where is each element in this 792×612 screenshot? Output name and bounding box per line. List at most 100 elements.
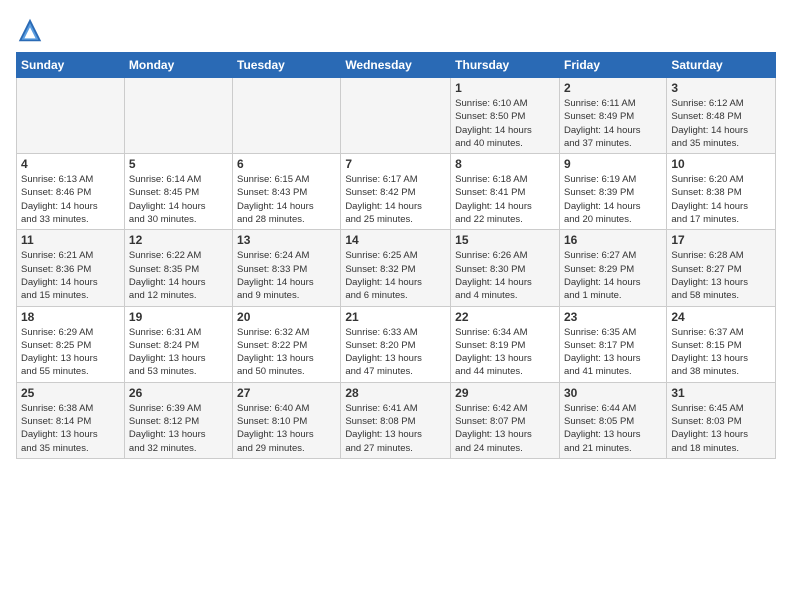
day-number: 23 — [564, 310, 662, 324]
day-number: 29 — [455, 386, 555, 400]
day-info: Sunrise: 6:29 AM Sunset: 8:25 PM Dayligh… — [21, 326, 120, 379]
calendar-cell: 29 Sunrise: 6:42 AM Sunset: 8:07 PM Dayli… — [451, 382, 560, 458]
day-info: Sunrise: 6:10 AM Sunset: 8:50 PM Dayligh… — [455, 97, 555, 150]
weekday-header-row: SundayMondayTuesdayWednesdayThursdayFrid… — [17, 53, 776, 78]
weekday-header-friday: Friday — [559, 53, 666, 78]
calendar-cell: 26Sunrise: 6:39 AM Sunset: 8:12 PM Dayli… — [124, 382, 232, 458]
header — [16, 16, 776, 44]
calendar-cell — [17, 78, 125, 154]
day-info: Sunrise: 6:24 AM Sunset: 8:33 PM Dayligh… — [237, 249, 336, 302]
day-number: 31 — [671, 386, 771, 400]
calendar-cell: 22Sunrise: 6:34 AM Sunset: 8:19 PM Dayli… — [451, 306, 560, 382]
calendar-cell: 27Sunrise: 6:40 AM Sunset: 8:10 PM Dayli… — [233, 382, 341, 458]
day-info: Sunrise: 6:40 AM Sunset: 8:10 PM Dayligh… — [237, 402, 336, 455]
day-number: 24 — [671, 310, 771, 324]
day-info: Sunrise: 6:11 AM Sunset: 8:49 PM Dayligh… — [564, 97, 662, 150]
day-info: Sunrise: 6:34 AM Sunset: 8:19 PM Dayligh… — [455, 326, 555, 379]
day-number: 14 — [345, 233, 446, 247]
day-info: Sunrise: 6:18 AM Sunset: 8:41 PM Dayligh… — [455, 173, 555, 226]
day-info: Sunrise: 6:41 AM Sunset: 8:08 PM Dayligh… — [345, 402, 446, 455]
day-info: Sunrise: 6:27 AM Sunset: 8:29 PM Dayligh… — [564, 249, 662, 302]
calendar-cell — [233, 78, 341, 154]
day-info: Sunrise: 6:44 AM Sunset: 8:05 PM Dayligh… — [564, 402, 662, 455]
day-info: Sunrise: 6:33 AM Sunset: 8:20 PM Dayligh… — [345, 326, 446, 379]
page: SundayMondayTuesdayWednesdayThursdayFrid… — [0, 0, 792, 467]
day-info: Sunrise: 6:38 AM Sunset: 8:14 PM Dayligh… — [21, 402, 120, 455]
calendar-cell: 18 Sunrise: 6:29 AM Sunset: 8:25 PM Dayli… — [17, 306, 125, 382]
day-number: 30 — [564, 386, 662, 400]
logo-icon — [16, 16, 44, 44]
day-info: Sunrise: 6:31 AM Sunset: 8:24 PM Dayligh… — [129, 326, 228, 379]
day-number: 8 — [455, 157, 555, 171]
week-row-1: 1 Sunrise: 6:10 AM Sunset: 8:50 PM Daylig… — [17, 78, 776, 154]
calendar-cell: 2 Sunrise: 6:11 AM Sunset: 8:49 PM Daylig… — [559, 78, 666, 154]
week-row-4: 18 Sunrise: 6:29 AM Sunset: 8:25 PM Dayli… — [17, 306, 776, 382]
day-number: 17 — [671, 233, 771, 247]
day-info: Sunrise: 6:28 AM Sunset: 8:27 PM Dayligh… — [671, 249, 771, 302]
week-row-5: 25 Sunrise: 6:38 AM Sunset: 8:14 PM Dayli… — [17, 382, 776, 458]
calendar-cell — [341, 78, 451, 154]
calendar-cell: 13 Sunrise: 6:24 AM Sunset: 8:33 PM Dayli… — [233, 230, 341, 306]
day-info: Sunrise: 6:15 AM Sunset: 8:43 PM Dayligh… — [237, 173, 336, 226]
calendar-cell: 4 Sunrise: 6:13 AM Sunset: 8:46 PM Daylig… — [17, 154, 125, 230]
calendar-cell: 9 Sunrise: 6:19 AM Sunset: 8:39 PM Daylig… — [559, 154, 666, 230]
day-number: 5 — [129, 157, 228, 171]
calendar-cell: 30 Sunrise: 6:44 AM Sunset: 8:05 PM Dayli… — [559, 382, 666, 458]
calendar-cell: 14Sunrise: 6:25 AM Sunset: 8:32 PM Dayli… — [341, 230, 451, 306]
week-row-2: 4 Sunrise: 6:13 AM Sunset: 8:46 PM Daylig… — [17, 154, 776, 230]
weekday-header-tuesday: Tuesday — [233, 53, 341, 78]
day-number: 13 — [237, 233, 336, 247]
day-number: 16 — [564, 233, 662, 247]
day-number: 9 — [564, 157, 662, 171]
calendar-cell: 24 Sunrise: 6:37 AM Sunset: 8:15 PM Dayli… — [667, 306, 776, 382]
calendar-cell: 12 Sunrise: 6:22 AM Sunset: 8:35 PM Dayli… — [124, 230, 232, 306]
day-number: 26 — [129, 386, 228, 400]
weekday-header-sunday: Sunday — [17, 53, 125, 78]
day-number: 7 — [345, 157, 446, 171]
day-info: Sunrise: 6:12 AM Sunset: 8:48 PM Dayligh… — [671, 97, 771, 150]
day-number: 1 — [455, 81, 555, 95]
calendar-cell: 8 Sunrise: 6:18 AM Sunset: 8:41 PM Daylig… — [451, 154, 560, 230]
calendar-cell: 11 Sunrise: 6:21 AM Sunset: 8:36 PM Dayli… — [17, 230, 125, 306]
day-info: Sunrise: 6:20 AM Sunset: 8:38 PM Dayligh… — [671, 173, 771, 226]
day-number: 2 — [564, 81, 662, 95]
calendar-table: SundayMondayTuesdayWednesdayThursdayFrid… — [16, 52, 776, 459]
calendar-cell: 5 Sunrise: 6:14 AM Sunset: 8:45 PM Daylig… — [124, 154, 232, 230]
day-info: Sunrise: 6:17 AM Sunset: 8:42 PM Dayligh… — [345, 173, 446, 226]
calendar-cell — [124, 78, 232, 154]
weekday-header-monday: Monday — [124, 53, 232, 78]
day-info: Sunrise: 6:37 AM Sunset: 8:15 PM Dayligh… — [671, 326, 771, 379]
day-number: 25 — [21, 386, 120, 400]
day-number: 10 — [671, 157, 771, 171]
day-info: Sunrise: 6:45 AM Sunset: 8:03 PM Dayligh… — [671, 402, 771, 455]
day-info: Sunrise: 6:26 AM Sunset: 8:30 PM Dayligh… — [455, 249, 555, 302]
calendar-cell: 20Sunrise: 6:32 AM Sunset: 8:22 PM Dayli… — [233, 306, 341, 382]
day-number: 4 — [21, 157, 120, 171]
calendar-cell: 10 Sunrise: 6:20 AM Sunset: 8:38 PM Dayli… — [667, 154, 776, 230]
calendar-cell: 17 Sunrise: 6:28 AM Sunset: 8:27 PM Dayli… — [667, 230, 776, 306]
logo — [16, 16, 48, 44]
calendar-cell: 6Sunrise: 6:15 AM Sunset: 8:43 PM Daylig… — [233, 154, 341, 230]
weekday-header-thursday: Thursday — [451, 53, 560, 78]
day-info: Sunrise: 6:21 AM Sunset: 8:36 PM Dayligh… — [21, 249, 120, 302]
day-info: Sunrise: 6:14 AM Sunset: 8:45 PM Dayligh… — [129, 173, 228, 226]
day-number: 28 — [345, 386, 446, 400]
day-number: 11 — [21, 233, 120, 247]
day-info: Sunrise: 6:13 AM Sunset: 8:46 PM Dayligh… — [21, 173, 120, 226]
day-number: 20 — [237, 310, 336, 324]
calendar-cell: 15 Sunrise: 6:26 AM Sunset: 8:30 PM Dayli… — [451, 230, 560, 306]
day-number: 15 — [455, 233, 555, 247]
day-info: Sunrise: 6:19 AM Sunset: 8:39 PM Dayligh… — [564, 173, 662, 226]
day-number: 3 — [671, 81, 771, 95]
day-number: 19 — [129, 310, 228, 324]
calendar-cell: 7 Sunrise: 6:17 AM Sunset: 8:42 PM Daylig… — [341, 154, 451, 230]
calendar-cell: 3 Sunrise: 6:12 AM Sunset: 8:48 PM Daylig… — [667, 78, 776, 154]
calendar-cell: 31 Sunrise: 6:45 AM Sunset: 8:03 PM Dayli… — [667, 382, 776, 458]
day-info: Sunrise: 6:35 AM Sunset: 8:17 PM Dayligh… — [564, 326, 662, 379]
calendar-cell: 25 Sunrise: 6:38 AM Sunset: 8:14 PM Dayli… — [17, 382, 125, 458]
calendar-cell: 19 Sunrise: 6:31 AM Sunset: 8:24 PM Dayli… — [124, 306, 232, 382]
day-number: 12 — [129, 233, 228, 247]
day-info: Sunrise: 6:22 AM Sunset: 8:35 PM Dayligh… — [129, 249, 228, 302]
day-info: Sunrise: 6:42 AM Sunset: 8:07 PM Dayligh… — [455, 402, 555, 455]
day-number: 18 — [21, 310, 120, 324]
